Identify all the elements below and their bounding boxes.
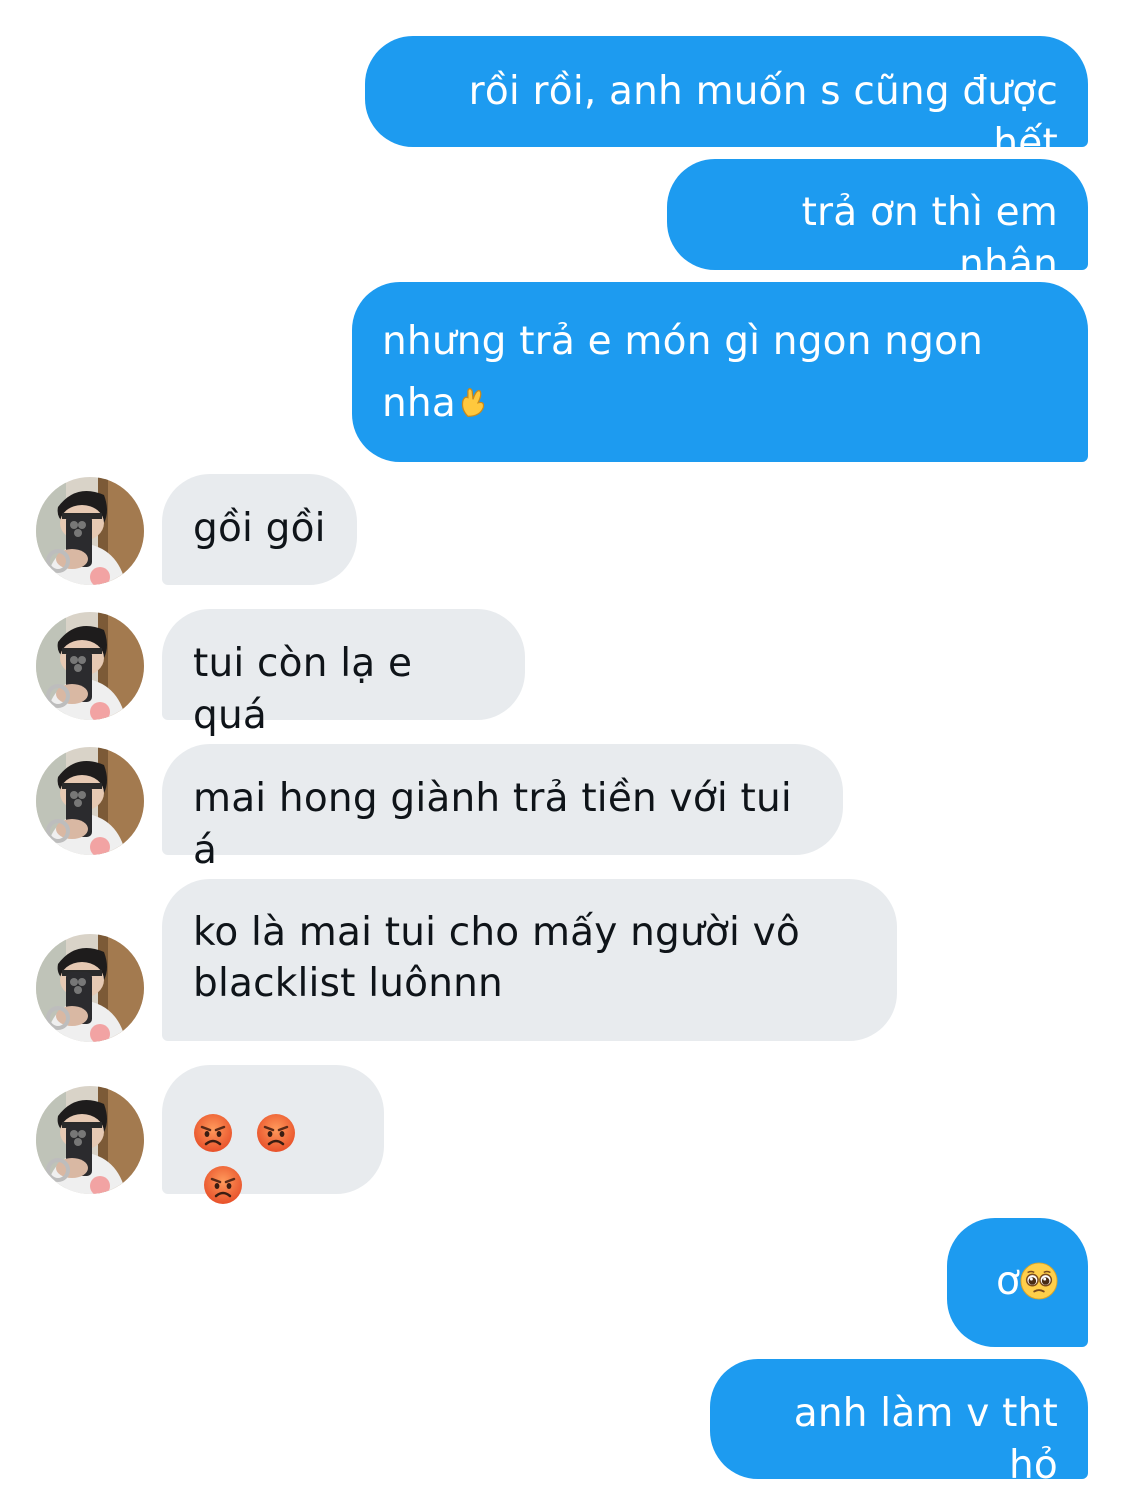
chat-thread: rồi rồi, anh muốn s cũng được hết trả ơn…: [0, 0, 1125, 1488]
message-text: trả ơn thì em nhận: [801, 190, 1071, 287]
outgoing-message[interactable]: trả ơn thì em nhận: [667, 159, 1088, 287]
incoming-message[interactable]: mai hong giành trả tiền với tui á: [162, 744, 843, 873]
message-text: rồi rồi, anh muốn s cũng được hết: [468, 69, 1071, 166]
avatar[interactable]: [36, 612, 144, 720]
message-text: ơ: [995, 1259, 1020, 1304]
incoming-message[interactable]: [162, 1065, 384, 1194]
pinching-hand-emoji: [456, 382, 490, 420]
avatar[interactable]: [36, 1086, 144, 1194]
angry-face-emoji: [203, 1165, 243, 1205]
outgoing-message[interactable]: anh làm v tht hỏ: [710, 1359, 1088, 1488]
angry-face-emoji: [256, 1113, 296, 1153]
avatar[interactable]: [36, 747, 144, 855]
message-text: anh làm v tht hỏ: [793, 1391, 1071, 1488]
angry-face-emoji: [193, 1113, 233, 1153]
outgoing-message[interactable]: ơ: [947, 1218, 1088, 1347]
incoming-message[interactable]: ko là mai tui cho mấy người vô blacklist…: [162, 879, 897, 1041]
message-text: gồi gồi: [193, 506, 326, 551]
incoming-message[interactable]: tui còn lạ e quá: [162, 609, 525, 738]
message-text: mai hong giành trả tiền với tui á: [193, 776, 805, 873]
message-text: ko là mai tui cho mấy người vô blacklist…: [193, 910, 800, 1006]
pleading-face-emoji: [1020, 1262, 1058, 1300]
outgoing-message[interactable]: rồi rồi, anh muốn s cũng được hết: [365, 36, 1088, 166]
avatar[interactable]: [36, 934, 144, 1042]
incoming-message[interactable]: gồi gồi: [162, 474, 357, 585]
outgoing-message[interactable]: nhưng trả e món gì ngon ngon nha: [352, 282, 1088, 462]
message-text: tui còn lạ e quá: [193, 641, 425, 738]
avatar[interactable]: [36, 477, 144, 585]
